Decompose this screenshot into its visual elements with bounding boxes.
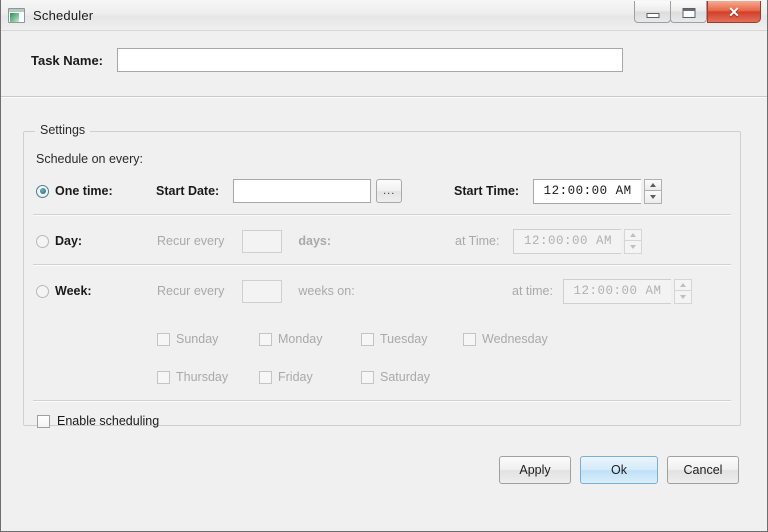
checkbox-label-wednesday: Wednesday — [482, 332, 548, 346]
checkbox-icon-sunday — [157, 332, 170, 346]
day-recur-group: Recur every days: — [157, 229, 332, 253]
task-name-label: Task Name: — [31, 52, 104, 68]
minimize-icon — [646, 13, 659, 18]
task-name-row: Task Name: — [1, 31, 767, 72]
day-time-field — [513, 228, 643, 254]
week-time-spin-down[interactable] — [674, 291, 692, 304]
day-time-input[interactable] — [513, 228, 622, 254]
checkbox-label-tuesday: Tuesday — [380, 332, 428, 346]
checkbox-label-monday: Monday — [278, 332, 323, 346]
apply-button[interactable]: Apply — [499, 456, 571, 484]
day-row: Day: Recur every days: at Time: — [24, 226, 740, 256]
radio-icon-one-time — [36, 184, 49, 198]
dialog-footer: Apply Ok Cancel — [490, 456, 739, 484]
maximize-button[interactable] — [670, 1, 707, 23]
close-icon: ✕ — [728, 3, 740, 20]
checkbox-icon-friday — [259, 370, 272, 384]
radio-icon-day — [36, 234, 49, 248]
checkbox-friday[interactable]: Friday — [259, 370, 361, 384]
start-date-input[interactable] — [233, 179, 372, 203]
checkbox-icon-tuesday — [361, 332, 374, 346]
checkbox-saturday[interactable]: Saturday — [361, 370, 463, 384]
start-time-spin-down[interactable] — [644, 191, 663, 204]
day-time-spin-up[interactable] — [624, 228, 643, 241]
week-time-group: at time: — [512, 278, 692, 304]
week-unit-label: weeks on: — [298, 284, 355, 298]
week-time-field — [563, 278, 692, 304]
day-time-label: at Time: — [455, 234, 500, 248]
checkbox-monday[interactable]: Monday — [259, 332, 361, 346]
enable-scheduling-checkbox[interactable]: Enable scheduling — [37, 414, 159, 428]
week-recur-label: Recur every — [157, 284, 225, 298]
start-date-browse-button[interactable]: ... — [376, 179, 403, 203]
checkbox-icon-monday — [259, 332, 272, 346]
title-bar: Scheduler ✕ — [1, 0, 767, 31]
week-recur-input[interactable] — [242, 279, 283, 303]
section-separator-1 — [33, 214, 731, 216]
start-time-group: Start Time: — [454, 178, 663, 204]
day-label: Day: — [55, 234, 83, 248]
settings-group: Settings Schedule on every: One time: St… — [23, 123, 741, 428]
one-time-row: One time: Start Date: ... Start Time: — [24, 176, 740, 206]
week-row: Week: Recur every weeks on: at time: — [24, 276, 740, 306]
section-separator-3 — [33, 400, 731, 402]
ok-button[interactable]: Ok — [580, 456, 658, 484]
day-time-group: at Time: — [455, 228, 643, 254]
radio-icon-week — [36, 284, 49, 298]
start-time-spin-up[interactable] — [644, 178, 663, 191]
checkbox-label-friday: Friday — [278, 370, 313, 384]
enable-scheduling-label: Enable scheduling — [57, 414, 160, 428]
day-time-spinner[interactable] — [624, 228, 643, 254]
maximize-icon — [682, 8, 695, 18]
start-time-label: Start Time: — [454, 184, 520, 198]
day-unit-label: days: — [298, 234, 332, 248]
close-button[interactable]: ✕ — [707, 1, 761, 23]
checkbox-wednesday[interactable]: Wednesday — [463, 332, 565, 346]
one-time-label: One time: — [55, 184, 113, 198]
checkbox-label-thursday: Thursday — [176, 370, 229, 384]
window-controls: ✕ — [634, 1, 761, 23]
checkbox-icon-thursday — [157, 370, 170, 384]
app-window-icon — [8, 7, 25, 23]
section-separator-2 — [33, 264, 731, 266]
day-recur-label: Recur every — [157, 234, 225, 248]
checkbox-icon-wednesday — [463, 332, 476, 346]
cancel-button[interactable]: Cancel — [667, 456, 739, 484]
weekday-row-1: Sunday Monday Tuesday Wednesday — [157, 320, 677, 358]
week-time-spinner[interactable] — [674, 278, 692, 304]
start-time-field — [533, 178, 663, 204]
start-time-input[interactable] — [533, 178, 642, 204]
checkbox-label-sunday: Sunday — [176, 332, 219, 346]
checkbox-sunday[interactable]: Sunday — [157, 332, 259, 346]
week-time-label: at time: — [512, 284, 553, 298]
weekday-checkbox-grid: Sunday Monday Tuesday Wednesday Thursday… — [157, 320, 677, 396]
week-time-spin-up[interactable] — [674, 278, 692, 291]
window-title: Scheduler — [33, 7, 94, 23]
start-date-group: Start Date: ... — [156, 179, 403, 203]
one-time-radio[interactable]: One time: — [36, 184, 113, 198]
week-radio[interactable]: Week: — [36, 284, 92, 298]
week-recur-group: Recur every weeks on: — [157, 279, 355, 303]
task-name-input[interactable] — [117, 48, 624, 72]
week-time-input[interactable] — [563, 278, 671, 304]
day-time-spin-down[interactable] — [624, 241, 643, 254]
scheduler-dialog: Scheduler ✕ Task Name: Settings Schedule… — [0, 0, 768, 532]
header-separator — [1, 96, 767, 98]
start-time-spinner[interactable] — [644, 178, 663, 204]
checkbox-icon-saturday — [361, 370, 374, 384]
week-label: Week: — [55, 284, 92, 298]
day-radio[interactable]: Day: — [36, 234, 82, 248]
dialog-body: Task Name: Settings Schedule on every: O… — [1, 31, 767, 531]
checkbox-icon-enable-scheduling — [37, 414, 50, 428]
minimize-button[interactable] — [634, 1, 671, 23]
start-date-label: Start Date: — [156, 184, 220, 198]
weekday-row-2: Thursday Friday Saturday — [157, 358, 677, 396]
day-recur-input[interactable] — [242, 229, 283, 253]
checkbox-thursday[interactable]: Thursday — [157, 370, 259, 384]
checkbox-label-saturday: Saturday — [380, 370, 431, 384]
schedule-on-every-label: Schedule on every: — [36, 152, 144, 166]
checkbox-tuesday[interactable]: Tuesday — [361, 332, 463, 346]
